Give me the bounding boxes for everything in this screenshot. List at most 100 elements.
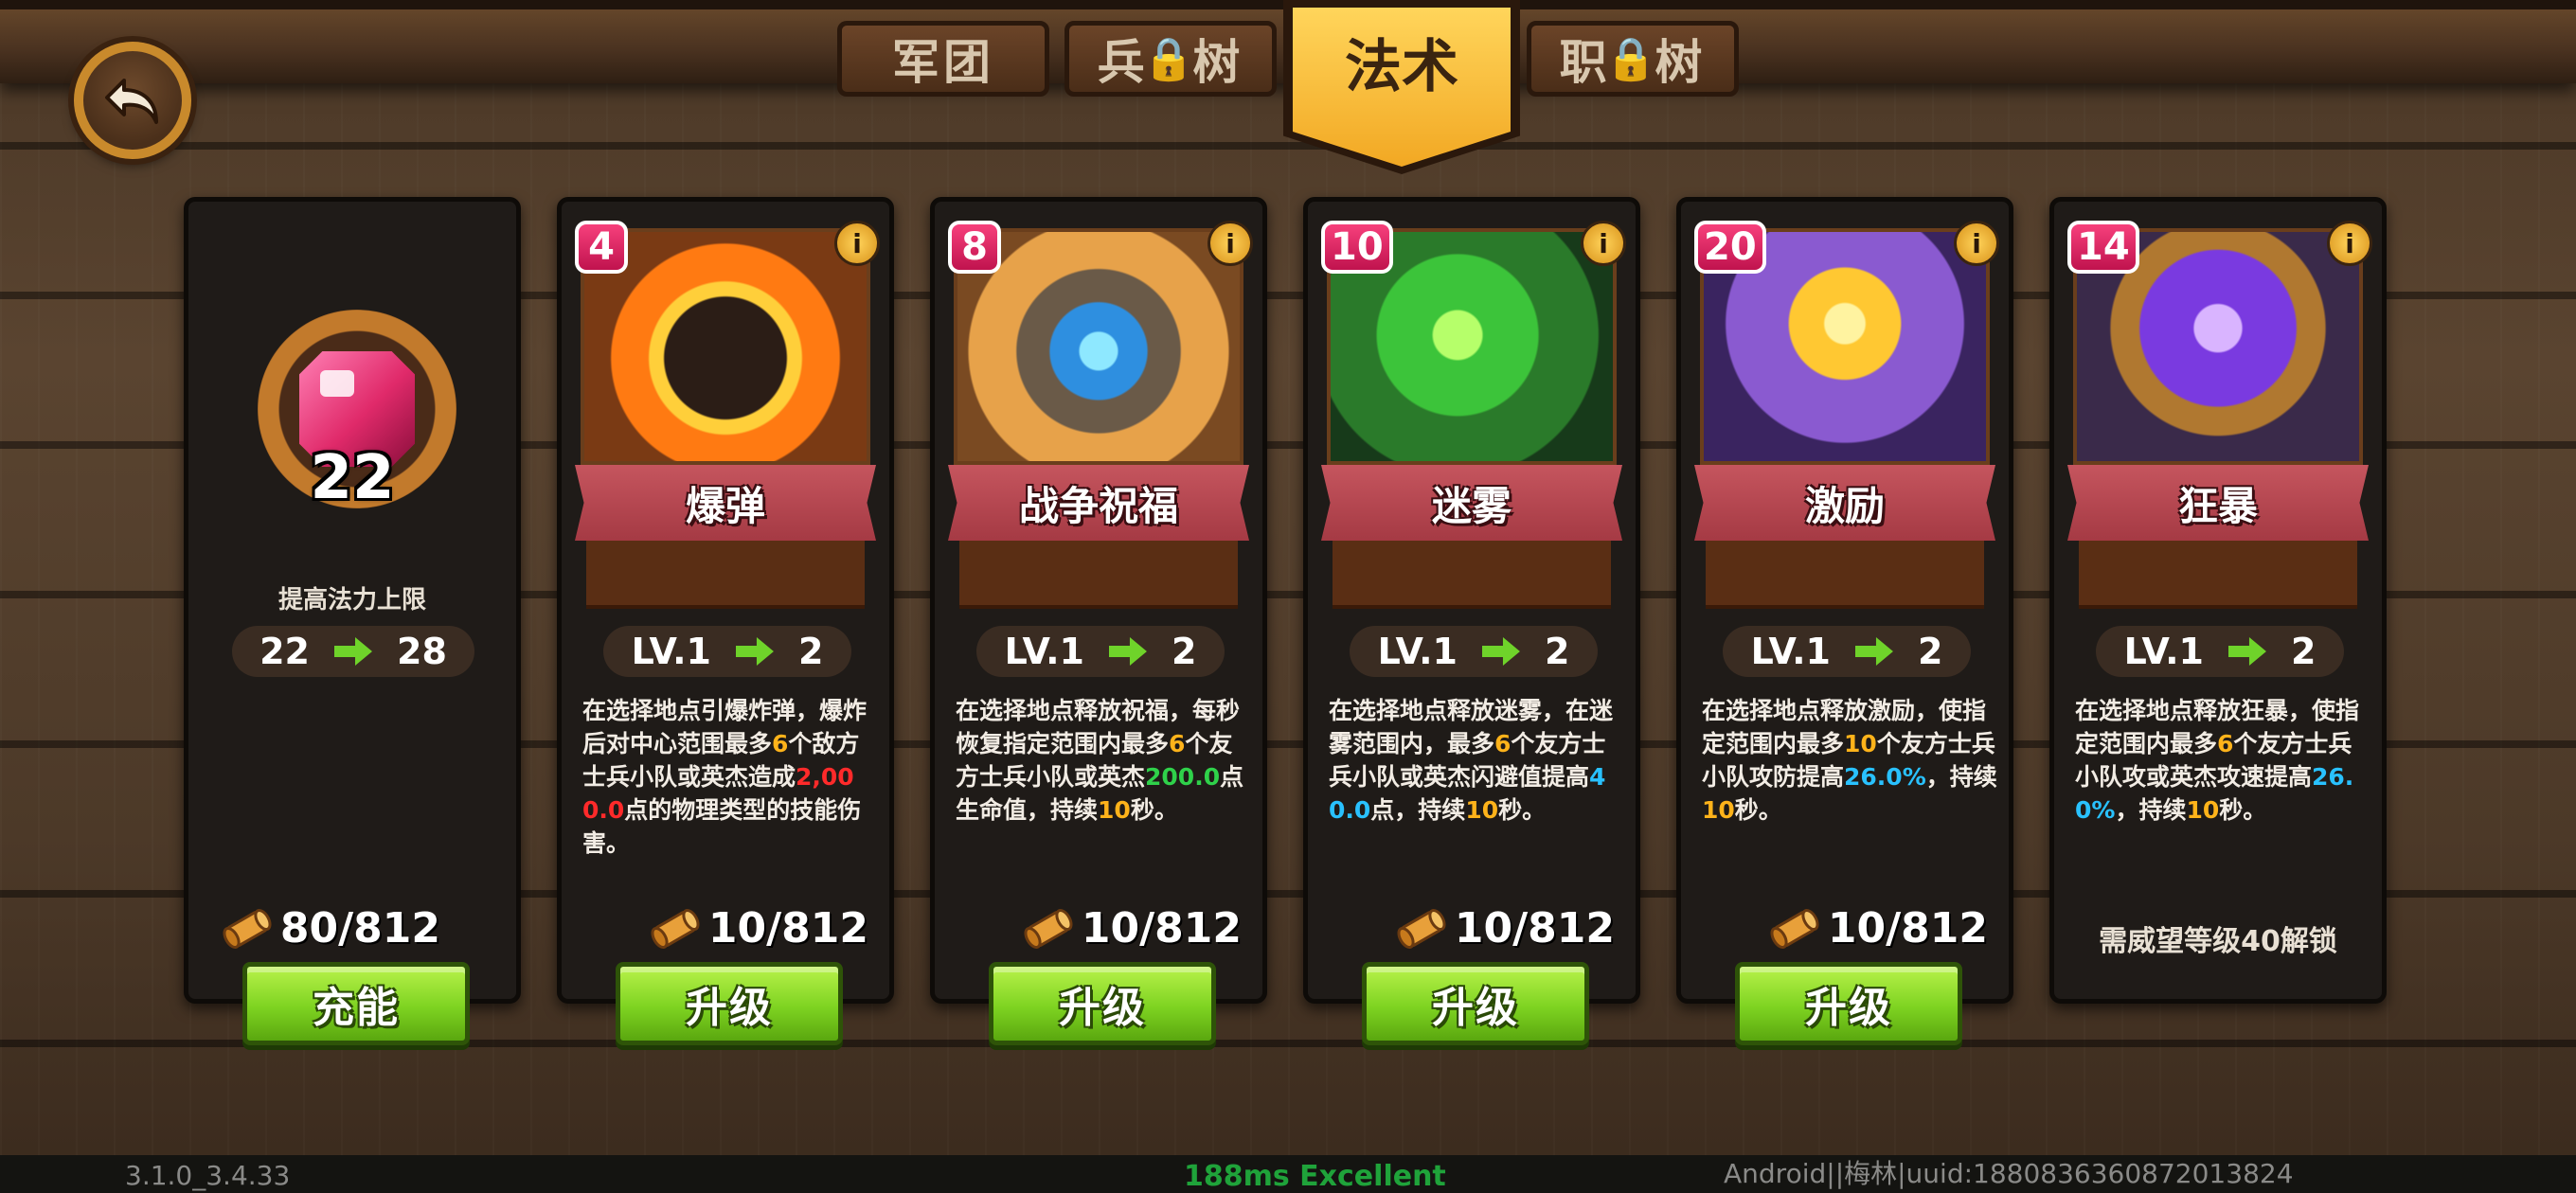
mana-cost-badge: 4 — [575, 221, 628, 274]
spell-cost: 10/812 — [1769, 904, 1988, 953]
upgrade-button[interactable]: 升级 — [616, 962, 843, 1045]
level-pill: LV.1 2 — [2096, 626, 2344, 677]
desc-segment: 200.0 — [1145, 763, 1221, 791]
level-to: 2 — [1171, 631, 1197, 672]
spell-card[interactable]: 20 i 激励 LV.1 2 在选择地点释放激励，使指定范围内最多10个友方士兵小队攻防提… — [1676, 197, 2013, 1004]
upgrade-button[interactable]: 升级 — [1735, 962, 1962, 1045]
level-pill: LV.1 2 — [1350, 626, 1598, 677]
desc-segment: 点的物理类型的技能伤害。 — [582, 796, 862, 857]
spell-cost-value: 10/812 — [1454, 904, 1615, 953]
desc-segment: 6 — [1169, 730, 1186, 757]
arrow-right-icon — [1854, 637, 1893, 666]
lock-icon: 🔒 — [1604, 35, 1661, 83]
arrow-right-icon — [2227, 637, 2266, 666]
desc-segment: 6 — [772, 730, 789, 757]
desc-segment: 秒。 — [1498, 796, 1547, 824]
spell-description: 在选择地点释放激励，使指定范围内最多10个友方士兵小队攻防提高26.0%，持续1… — [1702, 694, 1997, 827]
desc-segment: 6 — [2217, 730, 2234, 757]
desc-segment: 6 — [1494, 730, 1512, 757]
info-icon[interactable]: i — [1954, 221, 1999, 266]
level-to: 2 — [1917, 631, 1943, 672]
spell-card[interactable]: 14 i 狂暴 LV.1 2 在选择地点释放狂暴，使指定范围内最多6个友方士兵小队攻或英杰… — [2049, 197, 2387, 1004]
mana-cost-badge: 20 — [1694, 221, 1766, 274]
desc-segment: 10 — [1465, 796, 1499, 824]
scroll-icon — [1024, 908, 1073, 949]
desc-segment: ，持续 — [1925, 763, 1997, 791]
scroll-icon — [1770, 908, 1819, 949]
banner-base — [1333, 539, 1611, 609]
banner-base — [1706, 539, 1984, 609]
tab-spell-label: 法术 — [1345, 34, 1458, 100]
level-pill: LV.1 2 — [603, 626, 851, 677]
charge-button[interactable]: 充能 — [242, 962, 470, 1045]
desc-segment: 10 — [1098, 796, 1131, 824]
spell-cost-value: 10/812 — [1081, 904, 1242, 953]
mana-to: 28 — [397, 631, 447, 672]
spell-name: 狂暴 — [2067, 465, 2369, 541]
mana-upgrade-pill: 22 28 — [232, 626, 474, 677]
level-to: 2 — [2290, 631, 2317, 672]
back-arrow-icon — [105, 79, 158, 124]
desc-segment: 秒。 — [2219, 796, 2267, 824]
spell-card[interactable]: 8 i 战争祝福 LV.1 2 在选择地点释放祝福，每秒恢复指定范围内最多6个友方士兵小队… — [930, 197, 1267, 1004]
device-text: Android||梅林|uuid:1880836360872013824 — [1724, 1158, 2294, 1189]
tab-troop-tree-label-a: 兵 — [1097, 35, 1149, 90]
level-pill: LV.1 2 — [1723, 626, 1971, 677]
spell-cost-value: 10/812 — [707, 904, 868, 953]
desc-segment: 秒。 — [1130, 796, 1178, 824]
info-icon[interactable]: i — [1208, 221, 1253, 266]
tab-legion[interactable]: 军团 — [837, 21, 1049, 97]
desc-segment: 10 — [2186, 796, 2220, 824]
version-text: 3.1.0_3.4.33 — [125, 1160, 291, 1191]
level-from: LV.1 — [2123, 631, 2204, 672]
tab-legion-label: 军团 — [892, 35, 994, 90]
desc-segment: 26.0% — [1844, 763, 1926, 791]
tab-career-tree-label-b: 树 — [1655, 35, 1707, 90]
spell-card[interactable]: 4 i 爆弹 LV.1 2 在选择地点引爆炸弹，爆炸后对中心范围最多6个敌方士兵小队或英杰… — [557, 197, 894, 1004]
level-from: LV.1 — [631, 631, 711, 672]
level-from: LV.1 — [1004, 631, 1084, 672]
tab-career-tree-label-a: 职 — [1559, 35, 1611, 90]
level-to: 2 — [1544, 631, 1570, 672]
desc-segment: 10 — [1844, 730, 1877, 757]
arrow-right-icon — [735, 637, 774, 666]
info-icon[interactable]: i — [1581, 221, 1626, 266]
tab-troop-tree[interactable]: 兵 🔒 树 — [1064, 21, 1277, 97]
spell-cost: 10/812 — [650, 904, 868, 953]
spell-card[interactable]: 10 i 迷雾 LV.1 2 在选择地点释放迷雾，在迷雾范围内，最多6个友方士兵小队或英杰… — [1303, 197, 1640, 1004]
level-from: LV.1 — [1750, 631, 1831, 672]
level-from: LV.1 — [1377, 631, 1458, 672]
mana-gem-count: 22 — [310, 443, 395, 513]
arrow-right-icon — [1108, 637, 1147, 666]
upgrade-button[interactable]: 升级 — [989, 962, 1216, 1045]
spell-cost: 10/812 — [1396, 904, 1615, 953]
banner-base — [586, 539, 865, 609]
info-icon[interactable]: i — [834, 221, 880, 266]
tab-troop-tree-label-b: 树 — [1192, 35, 1244, 90]
back-button[interactable] — [74, 42, 191, 159]
spell-description: 在选择地点释放迷雾，在迷雾范围内，最多6个友方士兵小队或英杰闪避值提高40.0点… — [1329, 694, 1624, 827]
spell-cost: 10/812 — [1023, 904, 1242, 953]
spell-name: 爆弹 — [575, 465, 876, 541]
mana-cost: 80/812 — [222, 904, 440, 953]
desc-segment: 10 — [1702, 796, 1735, 824]
desc-segment: ，持续 — [2115, 796, 2187, 824]
scroll-icon — [1397, 908, 1446, 949]
spell-name: 战争祝福 — [948, 465, 1249, 541]
unlock-requirement: 需威望等级40解锁 — [2099, 925, 2337, 958]
spell-name: 激励 — [1694, 465, 1995, 541]
mana-cost-badge: 14 — [2067, 221, 2139, 274]
spell-cost-value: 10/812 — [1827, 904, 1988, 953]
arrow-right-icon — [334, 637, 372, 666]
upgrade-button[interactable]: 升级 — [1362, 962, 1589, 1045]
tab-career-tree[interactable]: 职 🔒 树 — [1527, 21, 1739, 97]
mana-cost-value: 80/812 — [279, 904, 440, 953]
scroll-icon — [223, 908, 272, 949]
ping-text: 188ms Excellent — [1184, 1160, 1446, 1193]
mana-from: 22 — [259, 631, 310, 672]
mana-panel: 22 提高法力上限 22 28 80/812 — [184, 197, 521, 1004]
banner-base — [959, 539, 1238, 609]
info-icon[interactable]: i — [2327, 221, 2372, 266]
lock-icon: 🔒 — [1142, 35, 1199, 83]
scroll-icon — [651, 908, 700, 949]
